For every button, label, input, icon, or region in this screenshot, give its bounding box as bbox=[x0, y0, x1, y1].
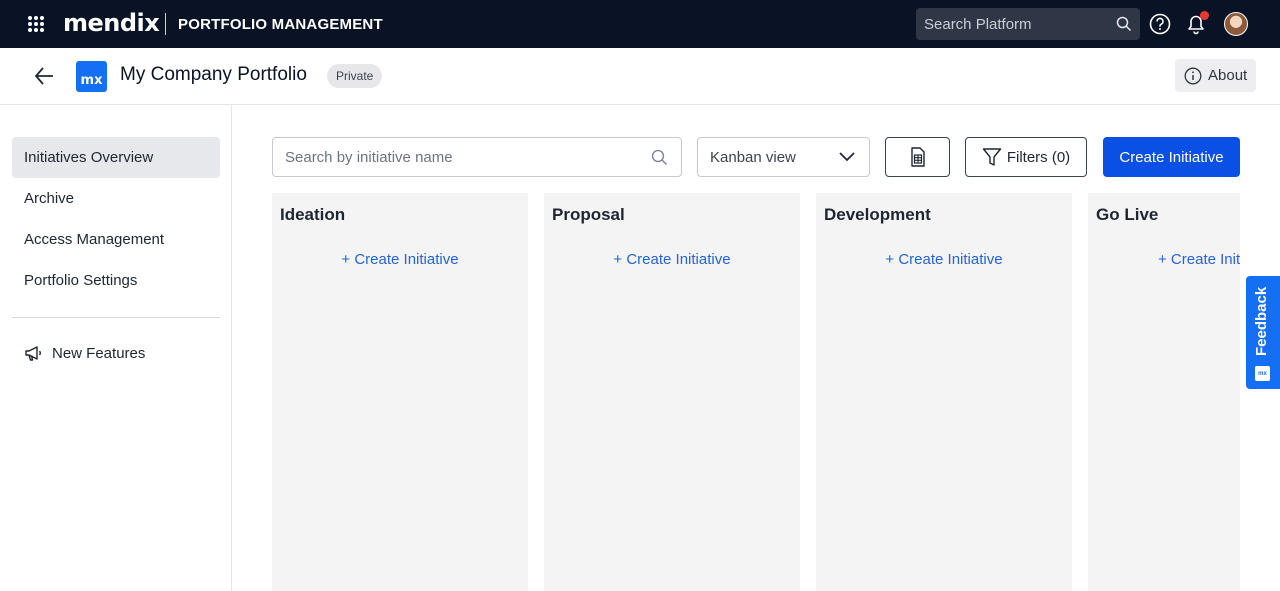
brand-divider bbox=[165, 13, 166, 35]
about-button[interactable]: About bbox=[1175, 59, 1256, 92]
portfolio-logo: mx bbox=[76, 61, 107, 92]
kanban-board: Ideation + Create Initiative Proposal + … bbox=[272, 193, 1240, 591]
platform-search-input[interactable]: Search Platform bbox=[916, 8, 1140, 40]
user-avatar[interactable] bbox=[1224, 12, 1248, 36]
column-create-initiative-link[interactable]: + Create Initiative bbox=[816, 251, 1072, 268]
top-navigation-bar: mendix PORTFOLIO MANAGEMENT Search Platf… bbox=[0, 0, 1280, 48]
sidebar-divider bbox=[12, 317, 220, 318]
column-create-initiative-link[interactable]: + Create Initiative bbox=[272, 251, 528, 268]
sidebar-item-label: Portfolio Settings bbox=[24, 272, 138, 289]
sidebar-item-portfolio-settings[interactable]: Portfolio Settings bbox=[12, 260, 220, 301]
chevron-down-icon bbox=[839, 152, 855, 162]
search-icon bbox=[651, 149, 667, 165]
notification-badge bbox=[1200, 11, 1209, 20]
help-icon[interactable] bbox=[1149, 13, 1171, 35]
kanban-column-proposal: Proposal + Create Initiative bbox=[544, 193, 800, 591]
kanban-column-development: Development + Create Initiative bbox=[816, 193, 1072, 591]
feedback-tab[interactable]: Feedback mx bbox=[1246, 276, 1280, 389]
view-mode-selected: Kanban view bbox=[710, 148, 796, 166]
mendix-logo[interactable]: mendix bbox=[63, 9, 160, 37]
column-title: Ideation bbox=[280, 205, 346, 224]
filters-button[interactable]: Filters (0) bbox=[965, 137, 1087, 177]
app-name: PORTFOLIO MANAGEMENT bbox=[178, 16, 383, 33]
column-title: Proposal bbox=[552, 205, 625, 224]
info-icon bbox=[1184, 67, 1202, 84]
platform-search-placeholder: Search Platform bbox=[924, 15, 1032, 33]
back-arrow-icon[interactable] bbox=[33, 65, 55, 87]
initiative-search-field[interactable] bbox=[272, 137, 682, 177]
new-features-link[interactable]: New Features bbox=[24, 343, 145, 363]
sidebar-item-archive[interactable]: Archive bbox=[12, 178, 220, 219]
filters-label: Filters (0) bbox=[1006, 148, 1071, 166]
export-spreadsheet-button[interactable] bbox=[885, 137, 950, 177]
sidebar: Initiatives Overview Archive Access Mana… bbox=[0, 105, 232, 591]
kanban-column-ideation: Ideation + Create Initiative bbox=[272, 193, 528, 591]
portfolio-header: mx My Company Portfolio Private About bbox=[0, 48, 1280, 105]
visibility-badge: Private bbox=[327, 64, 383, 88]
feedback-label: Feedback bbox=[1253, 286, 1270, 356]
sidebar-item-label: Access Management bbox=[24, 231, 165, 248]
initiative-search-input[interactable] bbox=[285, 148, 625, 166]
column-title: Development bbox=[824, 205, 931, 224]
column-create-initiative-link[interactable]: + Create Initiative bbox=[544, 251, 800, 268]
new-features-label: New Features bbox=[52, 344, 146, 362]
spreadsheet-icon bbox=[910, 147, 925, 167]
column-title: Go Live bbox=[1096, 205, 1159, 224]
create-initiative-button[interactable]: Create Initiative bbox=[1103, 137, 1240, 177]
feedback-mx-logo: mx bbox=[1255, 366, 1270, 381]
view-mode-dropdown[interactable]: Kanban view bbox=[697, 137, 870, 177]
sidebar-item-initiatives-overview[interactable]: Initiatives Overview bbox=[12, 137, 220, 178]
apps-grid-icon[interactable] bbox=[28, 16, 44, 32]
sidebar-item-label: Archive bbox=[24, 190, 75, 207]
about-label: About bbox=[1208, 67, 1248, 84]
sidebar-item-label: Initiatives Overview bbox=[24, 149, 154, 166]
filter-icon bbox=[982, 148, 1002, 166]
search-icon bbox=[1116, 16, 1132, 32]
column-create-initiative-link[interactable]: + Create Initiative bbox=[1088, 251, 1240, 268]
megaphone-icon bbox=[25, 346, 41, 361]
sidebar-item-access-management[interactable]: Access Management bbox=[12, 219, 220, 260]
page-title: My Company Portfolio bbox=[120, 64, 307, 85]
kanban-column-go-live: Go Live + Create Initiative bbox=[1088, 193, 1240, 591]
